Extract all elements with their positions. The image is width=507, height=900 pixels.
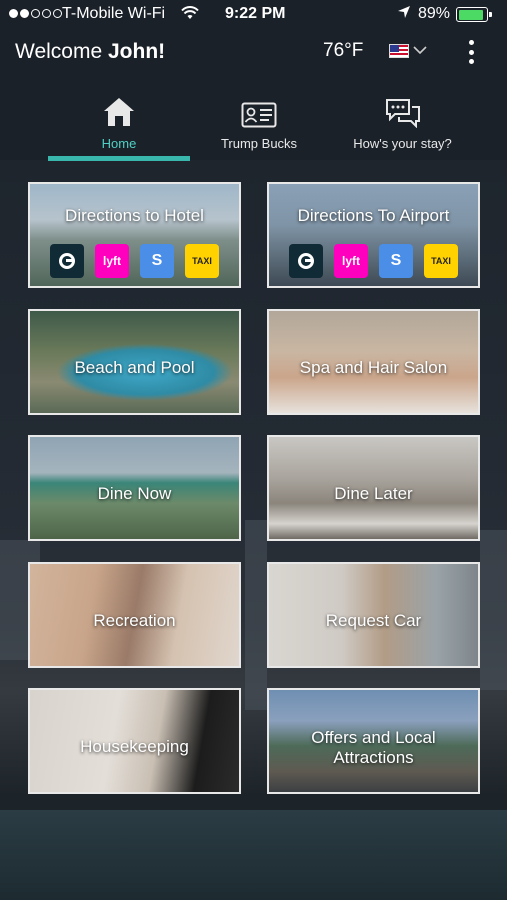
wifi-icon — [181, 5, 199, 26]
chat-bubbles-icon — [335, 88, 470, 128]
curb-icon[interactable]: S — [140, 244, 174, 278]
battery-icon — [456, 7, 492, 22]
tab-trump-bucks-label: Trump Bucks — [220, 136, 298, 151]
user-name: John! — [107, 40, 166, 63]
directions-to-hotel-tile[interactable]: Directions to Hotel lyft S TAXI — [28, 182, 241, 288]
chevron-down-icon[interactable] — [413, 42, 427, 60]
directions-to-hotel-label: Directions to Hotel — [65, 206, 204, 225]
housekeeping-label: Housekeeping — [80, 737, 189, 756]
lyft-icon[interactable]: lyft — [334, 244, 368, 278]
offers-and-local-attractions-label: Offers and Local Attractions — [269, 728, 478, 768]
request-car-tile[interactable]: Request Car — [267, 562, 480, 668]
more-menu-icon[interactable] — [464, 40, 478, 64]
dine-later-tile[interactable]: Dine Later — [267, 435, 480, 541]
us-flag-icon[interactable] — [389, 44, 409, 58]
directions-to-airport-label: Directions To Airport — [297, 206, 450, 225]
beach-and-pool-tile[interactable]: Beach and Pool — [28, 309, 241, 415]
dine-now-label: Dine Now — [97, 484, 172, 503]
recreation-label: Recreation — [93, 611, 176, 630]
spa-and-hair-salon-tile[interactable]: Spa and Hair Salon — [267, 309, 480, 415]
tab-hows-your-stay-label: How's your stay? — [353, 136, 452, 151]
tab-home-label: Home — [101, 136, 137, 151]
status-bar: T-Mobile Wi-Fi 9:22 PM 89% — [0, 0, 507, 30]
request-car-label: Request Car — [325, 611, 422, 630]
taxi-icon[interactable]: TAXI — [424, 244, 458, 278]
housekeeping-tile[interactable]: Housekeeping — [28, 688, 241, 794]
signal-strength-icon — [9, 9, 62, 18]
lyft-icon[interactable]: lyft — [95, 244, 129, 278]
active-tab-indicator — [48, 156, 190, 161]
dine-now-tile[interactable]: Dine Now — [28, 435, 241, 541]
offers-label-line2: Attractions — [333, 748, 414, 767]
uber-icon[interactable] — [289, 244, 323, 278]
dine-later-label: Dine Later — [334, 484, 413, 503]
uber-icon[interactable] — [50, 244, 84, 278]
offers-and-local-attractions-tile[interactable]: Offers and Local Attractions — [267, 688, 480, 794]
carrier-name: T-Mobile Wi-Fi — [62, 5, 166, 22]
tab-bar: Home Trump Bucks How's your stay? — [0, 88, 507, 162]
offers-label-line1: Offers and Local — [311, 728, 436, 747]
welcome-text: Welcome — [15, 40, 103, 63]
tab-hows-your-stay[interactable]: How's your stay? — [335, 88, 470, 162]
clock: 9:22 PM — [225, 5, 286, 22]
tab-home[interactable]: Home — [48, 88, 190, 162]
taxi-icon[interactable]: TAXI — [185, 244, 219, 278]
beach-and-pool-label: Beach and Pool — [74, 358, 195, 377]
id-card-icon — [200, 88, 318, 128]
battery-percentage: 89% — [418, 5, 451, 22]
location-arrow-icon — [397, 5, 411, 22]
welcome-message: Welcome John! — [15, 40, 165, 64]
curb-icon[interactable]: S — [379, 244, 413, 278]
home-icon — [48, 88, 190, 128]
tab-trump-bucks[interactable]: Trump Bucks — [200, 88, 318, 162]
recreation-tile[interactable]: Recreation — [28, 562, 241, 668]
directions-to-airport-tile[interactable]: Directions To Airport lyft S TAXI — [267, 182, 480, 288]
temperature: 76°F — [323, 40, 364, 61]
spa-and-hair-salon-label: Spa and Hair Salon — [299, 358, 448, 377]
